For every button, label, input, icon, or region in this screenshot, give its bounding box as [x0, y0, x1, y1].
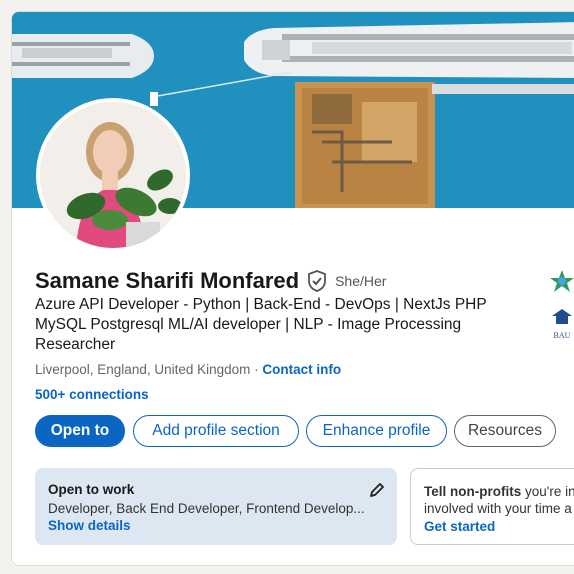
open-to-work-roles: Developer, Back End Developer, Frontend …: [48, 501, 365, 516]
enhance-profile-button[interactable]: Enhance profile: [306, 415, 447, 447]
profile-card: Samane Sharifi Monfared She/Her Azure AP…: [11, 11, 574, 566]
profile-headline: Azure API Developer - Python | Back-End …: [35, 296, 487, 353]
open-to-work-card[interactable]: Open to work Developer, Back End Develop…: [35, 468, 397, 545]
nonprofit-line1: Tell non-profits you're int: [424, 483, 574, 500]
show-details-link[interactable]: Show details: [48, 518, 384, 533]
connections-link[interactable]: 500+ connections: [35, 387, 149, 402]
avatar-photo: [40, 102, 186, 248]
nonprofit-line2: involved with your time a: [424, 501, 572, 516]
university-logo-text: BAU: [553, 331, 571, 340]
profile-name: Samane Sharifi Monfared: [35, 268, 300, 293]
location-separator: ·: [250, 362, 263, 377]
nonprofit-card[interactable]: Tell non-profits you're int involved wit…: [410, 468, 574, 545]
contact-info-link[interactable]: Contact info: [262, 362, 341, 377]
company-logo-icon[interactable]: [548, 268, 574, 294]
resources-button[interactable]: Resources: [454, 415, 556, 447]
open-to-work-title: Open to work: [48, 482, 135, 497]
university-crest-icon: [552, 309, 572, 324]
open-to-button[interactable]: Open to: [35, 415, 125, 447]
nonprofit-line1-rest: you're int: [521, 484, 574, 499]
name-row: Samane Sharifi Monfared She/Her: [35, 268, 386, 294]
location-text: Liverpool, England, United Kingdom: [35, 362, 251, 377]
nonprofit-bold: Tell non-profits: [424, 484, 522, 499]
verified-shield-icon[interactable]: [307, 270, 327, 292]
pronouns: She/Her: [335, 273, 387, 289]
university-logo[interactable]: BAU: [550, 308, 574, 340]
location-row: Liverpool, England, United Kingdom · Con…: [35, 362, 341, 377]
profile-avatar[interactable]: [36, 98, 190, 252]
get-started-link[interactable]: Get started: [424, 519, 574, 534]
add-profile-section-button[interactable]: Add profile section: [133, 415, 299, 447]
edit-pencil-icon[interactable]: [369, 482, 385, 498]
